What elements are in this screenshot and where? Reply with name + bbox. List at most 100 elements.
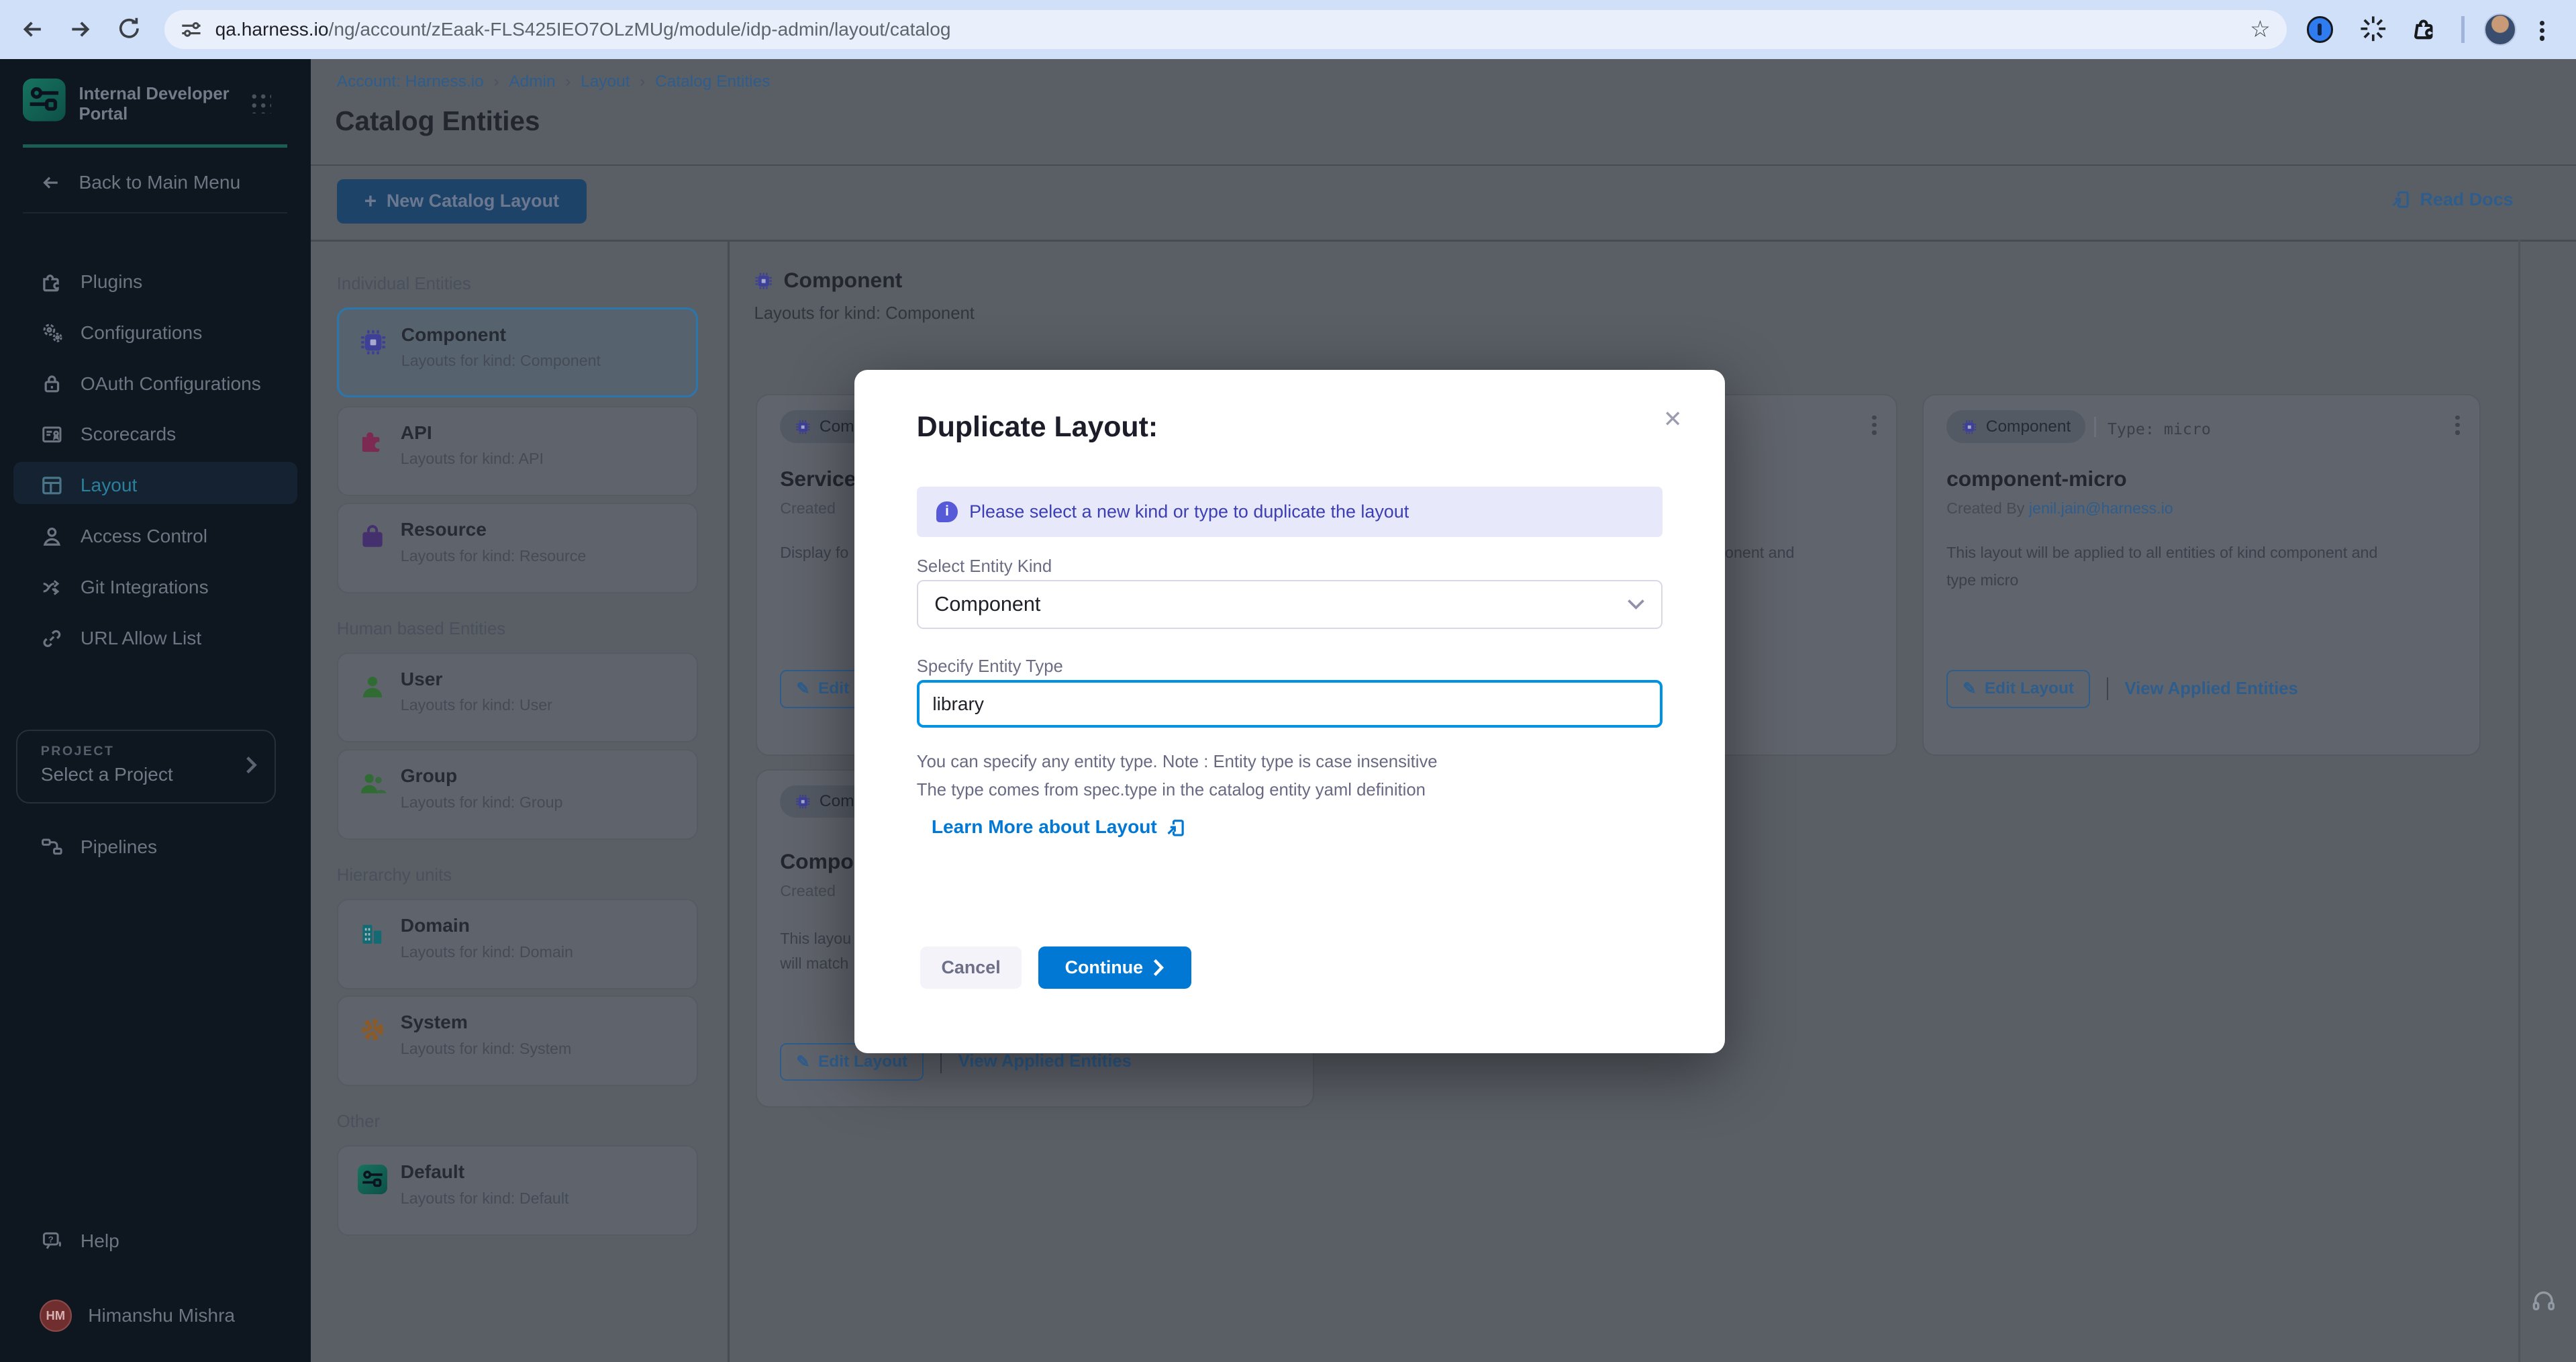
puzzle-icon (40, 269, 64, 294)
layout-icon (40, 473, 64, 498)
chevron-right-icon (245, 755, 258, 775)
view-applied-entities-link[interactable]: View Applied Entities (2124, 679, 2297, 699)
entity-type-input[interactable] (917, 680, 1663, 728)
entity-card-group[interactable]: Group Layouts for kind: Group (337, 749, 698, 840)
idp-logo-icon (358, 1165, 387, 1194)
chip-icon (358, 328, 388, 357)
group-icon (358, 769, 387, 798)
cancel-button[interactable]: Cancel (920, 946, 1022, 989)
info-icon: i (936, 501, 958, 523)
entity-card-resource[interactable]: Resource Layouts for kind: Resource (337, 503, 698, 593)
breadcrumb-link[interactable]: Layout (581, 72, 630, 91)
entity-card-component[interactable]: Component Layouts for kind: Component (337, 307, 698, 398)
kind-chip: Component (1946, 410, 2085, 443)
sidebar-item-access-control[interactable]: Access Control (40, 524, 207, 549)
sidebar-item-help[interactable]: ? Help (40, 1229, 119, 1254)
bookmark-star-icon[interactable]: ☆ (2250, 16, 2271, 43)
git-branch-icon (40, 575, 64, 600)
back-icon[interactable] (19, 16, 46, 42)
pencil-icon: ✎ (1963, 679, 1977, 699)
sidebar-item-plugins[interactable]: Plugins (40, 269, 142, 294)
sidebar-item-layout[interactable]: Layout (40, 473, 138, 498)
edit-layout-button[interactable]: ✎Edit Layout (1946, 670, 2090, 708)
kind-chip-icon (754, 271, 773, 291)
toolbar-divider (311, 240, 2576, 241)
svg-text:?: ? (48, 1234, 53, 1245)
back-to-main-menu[interactable]: Back to Main Menu (40, 171, 240, 194)
project-value: Select a Project (41, 764, 173, 785)
learn-more-link[interactable]: Learn More about Layout (932, 816, 1187, 838)
sidebar-item-url-allow-list[interactable]: URL Allow List (40, 626, 201, 651)
sidebar-divider (23, 212, 287, 213)
page-title: Catalog Entities (335, 105, 540, 137)
pipeline-icon (40, 834, 64, 859)
breadcrumb-link[interactable]: Catalog Entities (655, 72, 770, 91)
sidebar-item-configurations[interactable]: Configurations (40, 320, 203, 345)
extension-burst-icon[interactable] (2359, 15, 2387, 43)
new-catalog-layout-button[interactable]: + New Catalog Layout (337, 179, 587, 224)
idp-logo-icon (23, 79, 66, 121)
pencil-icon: ✎ (796, 679, 810, 699)
api-puzzle-icon (358, 426, 387, 455)
scorecard-icon (40, 422, 64, 447)
sidebar-item-pipelines[interactable]: Pipelines (40, 834, 157, 859)
view-applied-entities-link[interactable]: View Applied Entities (958, 1052, 1132, 1071)
url-bar[interactable]: qa.harness.io/ng/account/zEaak-FLS425IEO… (164, 10, 2287, 50)
refresh-icon[interactable] (117, 16, 142, 41)
breadcrumb-link[interactable]: Admin (509, 72, 555, 91)
chip-icon (795, 419, 811, 435)
continue-button[interactable]: Continue (1038, 946, 1191, 989)
kind-select-label: Select Entity Kind (917, 557, 1052, 577)
header-divider (311, 164, 2576, 166)
help-text-line1: You can specify any entity type. Note : … (917, 752, 1438, 772)
profile-avatar[interactable] (2484, 13, 2516, 46)
type-label: Type: micro (2108, 420, 2211, 438)
entity-kind-select[interactable]: Component (917, 580, 1663, 629)
plus-icon: + (364, 189, 377, 213)
project-selector[interactable]: PROJECT Select a Project (16, 730, 276, 804)
app-switcher-grid-icon[interactable] (250, 92, 271, 113)
created-by-link[interactable]: jenil.jain@harness.io (2029, 499, 2173, 517)
panel-divider (728, 240, 729, 1362)
browser-menu-icon[interactable] (2540, 18, 2544, 44)
chevron-down-icon (1627, 599, 1645, 610)
product-title: Internal Developer Portal (79, 84, 250, 125)
entity-card-domain[interactable]: Domain Layouts for kind: Domain (337, 899, 698, 989)
sidebar-item-oauth[interactable]: OAuth Configurations (40, 371, 261, 396)
user-name: Himanshu Mishra (88, 1305, 235, 1326)
modal-title: Duplicate Layout: (917, 411, 1158, 444)
card-menu-icon[interactable] (2455, 412, 2459, 438)
card-menu-icon[interactable] (1872, 412, 1876, 438)
entity-card-user[interactable]: User Layouts for kind: User (337, 652, 698, 743)
gear-icon (358, 1015, 387, 1044)
read-docs-link[interactable]: Read Docs (2390, 189, 2513, 210)
breadcrumb-link[interactable]: Account: Harness.io (337, 72, 484, 91)
entity-card-api[interactable]: API Layouts for kind: API (337, 406, 698, 497)
support-headset-icon[interactable] (2530, 1287, 2558, 1315)
kind-subtitle: Layouts for kind: Component (754, 304, 974, 324)
close-icon[interactable]: ✕ (1663, 406, 1683, 433)
pencil-icon: ✎ (796, 1052, 810, 1072)
layout-card-component-micro[interactable]: Component Type: micro component-micro Cr… (1922, 394, 2481, 755)
section-label: Individual Entities (337, 275, 471, 294)
site-info-icon[interactable] (181, 19, 202, 40)
breadcrumb: Account: Harness.io › Admin › Layout › C… (337, 72, 771, 91)
user-menu[interactable]: HM Himanshu Mishra (40, 1300, 235, 1332)
gears-icon (40, 320, 64, 345)
chevron-right-icon (1153, 959, 1165, 977)
onepassword-icon[interactable] (2307, 16, 2333, 42)
entity-card-default[interactable]: Default Layouts for kind: Default (337, 1145, 698, 1236)
project-label: PROJECT (41, 744, 115, 759)
person-icon (40, 524, 64, 549)
extensions-puzzle-icon[interactable] (2412, 15, 2438, 41)
duplicate-layout-modal: Duplicate Layout: ✕ i Please select a ne… (854, 370, 1725, 1053)
sidebar-item-git-integrations[interactable]: Git Integrations (40, 575, 209, 600)
sidebar-item-scorecards[interactable]: Scorecards (40, 422, 176, 447)
buildings-icon (358, 918, 387, 948)
arrow-left-icon (40, 171, 62, 194)
forward-icon[interactable] (67, 16, 93, 42)
entity-card-system[interactable]: System Layouts for kind: System (337, 995, 698, 1086)
sidebar-accent-divider (23, 144, 287, 148)
sidebar (0, 59, 311, 1362)
lock-icon (40, 371, 64, 396)
